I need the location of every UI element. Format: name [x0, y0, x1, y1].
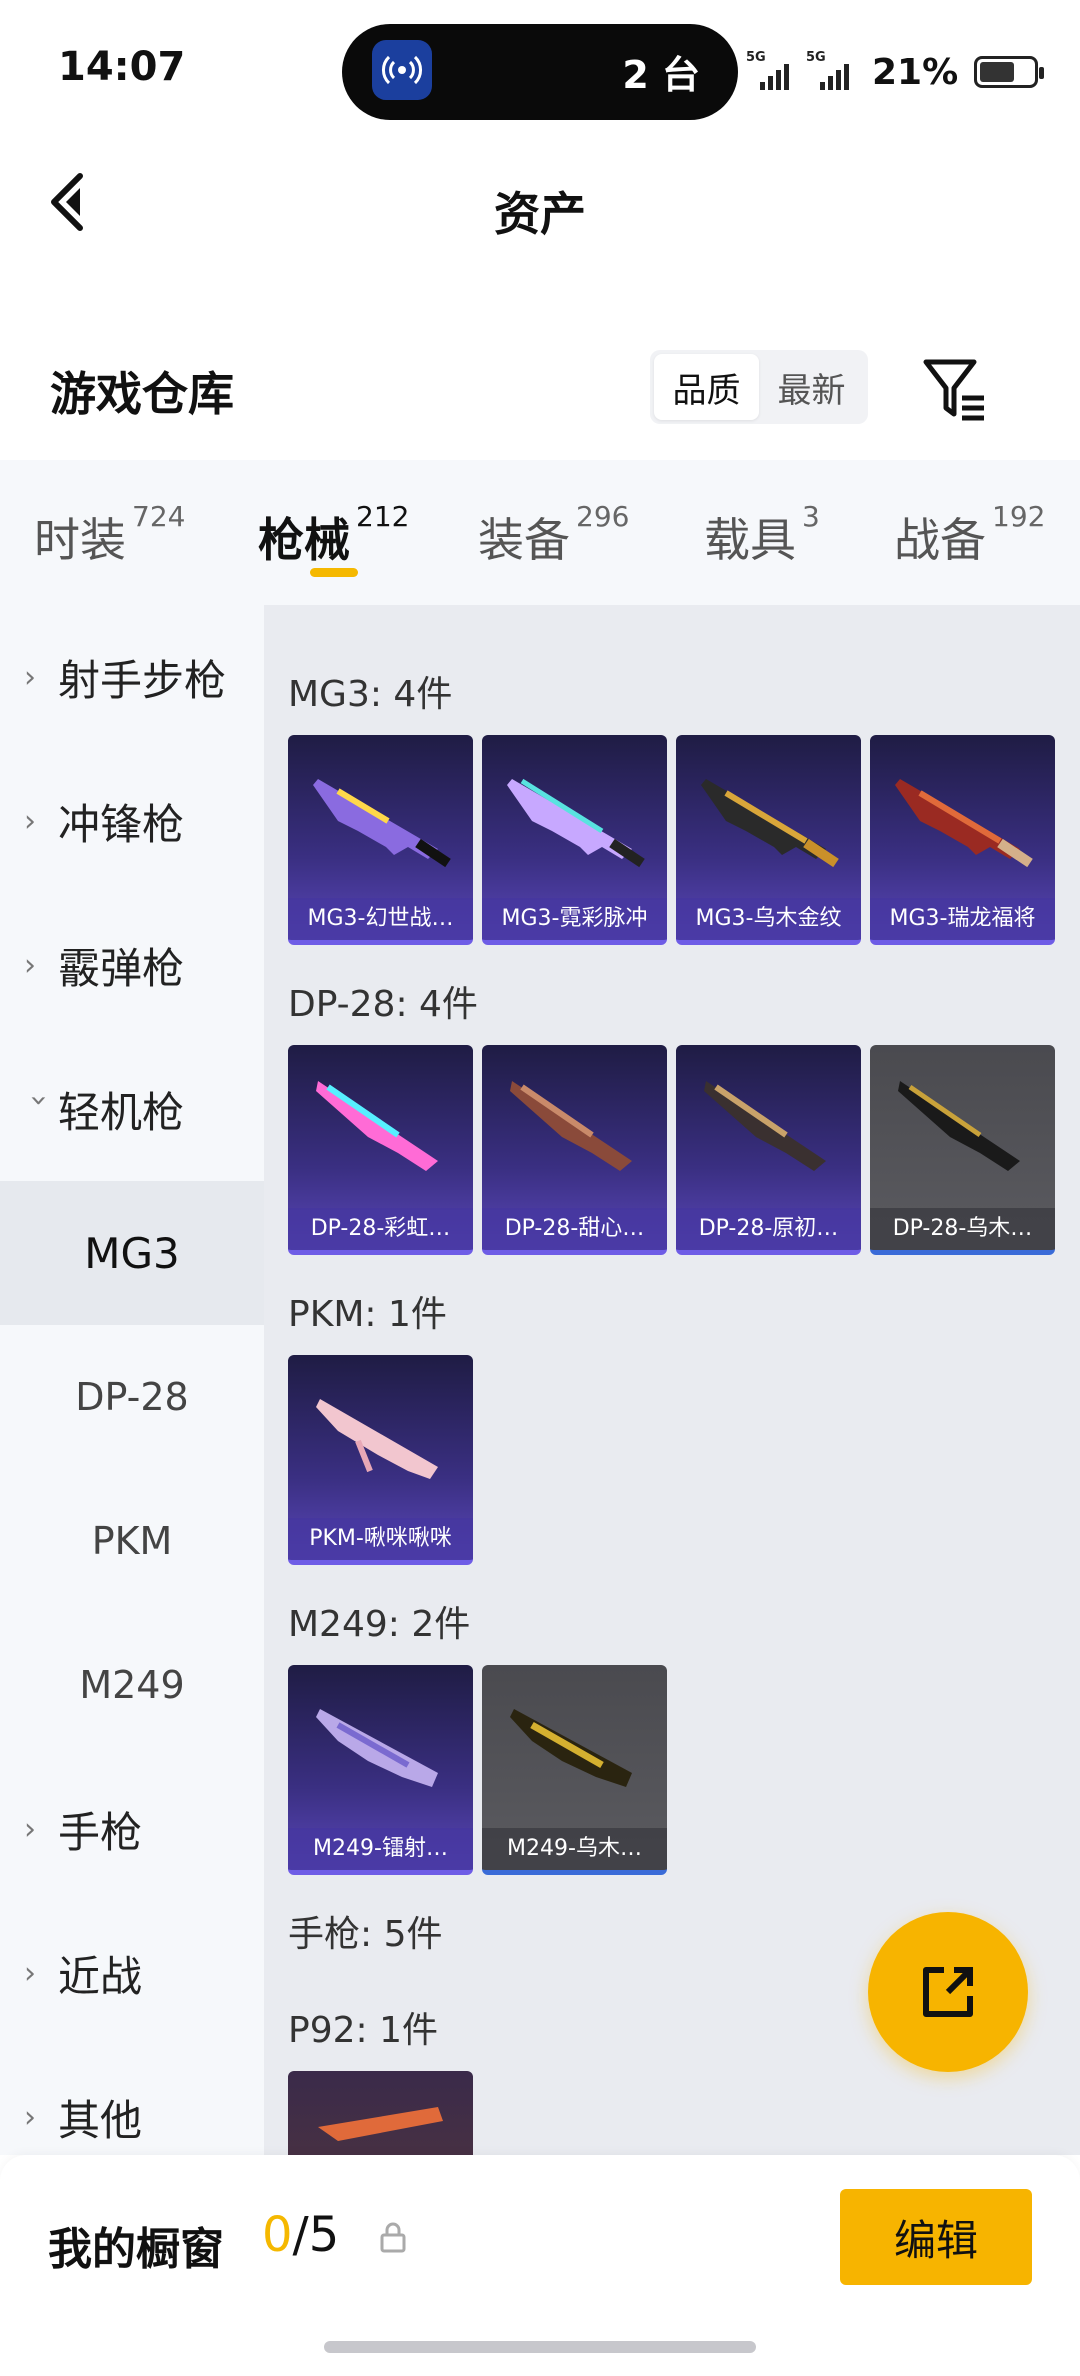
weapon-skin-icon	[895, 779, 1033, 868]
showcase-count: 0/5	[262, 2207, 340, 2263]
chevron-right-icon: ›	[24, 803, 36, 839]
page-title: 资产	[494, 187, 586, 241]
weapon-skin-icon	[316, 1399, 438, 1479]
item-card[interactable]: M249-乌木…	[482, 1665, 667, 1875]
sort-quality-option[interactable]: 品质	[654, 354, 759, 420]
weapon-skin-icon	[898, 1081, 1020, 1171]
filter-icon	[923, 359, 984, 421]
sidebar-item-other[interactable]: › 其他	[0, 2045, 264, 2155]
tab-vehicles[interactable]: 载具 3	[704, 500, 820, 570]
weapon-skin-icon	[510, 1081, 632, 1171]
weapon-skin-icon	[316, 1709, 438, 1787]
lock-icon	[380, 2222, 406, 2253]
chevron-down-icon: ›	[21, 1094, 57, 1106]
signal-icon-2: 5G	[806, 50, 858, 90]
battery-icon	[974, 56, 1045, 88]
item-card[interactable]: DP-28-甜心…	[482, 1045, 667, 1255]
item-card[interactable]: MG3-霓彩脉冲	[482, 735, 667, 945]
item-card[interactable]	[288, 2071, 473, 2155]
chevron-right-icon: ›	[24, 2099, 36, 2135]
sort-toggle: 品质 最新	[650, 350, 868, 424]
share-icon	[923, 1967, 973, 2017]
weapon-skin-icon	[313, 779, 451, 868]
sidebar-item-smg[interactable]: › 冲锋枪	[0, 749, 264, 893]
weapon-skin-icon	[701, 779, 839, 868]
item-card[interactable]: M249-镭射…	[288, 1665, 473, 1875]
tab-supplies[interactable]: 战备 192	[894, 500, 1045, 570]
status-indicators: 5G 5G 21%	[746, 50, 1045, 93]
sidebar: › 射手步枪 › 冲锋枪 › 霰弹枪 › 轻机枪 MG3 DP-28 PKM M…	[0, 605, 264, 2155]
item-card[interactable]: PKM-啾咪啾咪	[288, 1355, 473, 1565]
header: 资产	[0, 140, 1080, 270]
active-tab-indicator	[310, 568, 358, 577]
sidebar-subitem-pkm[interactable]: PKM	[0, 1469, 264, 1613]
sidebar-subitem-m249[interactable]: M249	[0, 1613, 264, 1757]
group-title-m249: M249: 2件	[288, 1604, 471, 1645]
sidebar-subitem-dp28[interactable]: DP-28	[0, 1325, 264, 1469]
tab-fashion[interactable]: 时装 724	[34, 500, 185, 570]
sidebar-item-pistol[interactable]: › 手枪	[0, 1757, 264, 1901]
group-title-pkm: PKM: 1件	[288, 1294, 447, 1335]
home-indicator[interactable]	[324, 2341, 756, 2353]
broadcast-app-icon	[372, 40, 432, 100]
sidebar-subitem-mg3[interactable]: MG3	[0, 1181, 264, 1325]
filter-button[interactable]	[916, 350, 996, 430]
tab-equipment[interactable]: 装备 296	[478, 500, 629, 570]
chevron-right-icon: ›	[24, 1811, 36, 1847]
item-card[interactable]: MG3-乌木金纹	[676, 735, 861, 945]
dynamic-island[interactable]: 2 台	[342, 24, 738, 120]
edit-button[interactable]: 编辑	[840, 2189, 1032, 2285]
item-card[interactable]: DP-28-彩虹…	[288, 1045, 473, 1255]
sidebar-item-lmg[interactable]: › 轻机枪	[0, 1037, 264, 1181]
item-card[interactable]: DP-28-乌木…	[870, 1045, 1055, 1255]
sidebar-item-melee[interactable]: › 近战	[0, 1901, 264, 2045]
sidebar-item-marksman-rifle[interactable]: › 射手步枪	[0, 605, 264, 749]
signal-icon: 5G	[746, 50, 798, 90]
sidebar-item-shotgun[interactable]: › 霰弹枪	[0, 893, 264, 1037]
weapon-skin-icon	[510, 1709, 632, 1787]
battery-percent: 21%	[872, 51, 959, 93]
warehouse-title: 游戏仓库	[50, 367, 234, 421]
item-card[interactable]: MG3-幻世战…	[288, 735, 473, 945]
share-button[interactable]	[868, 1912, 1028, 2072]
group-title-p92: P92: 1件	[288, 2010, 438, 2051]
status-bar: 14:07 2 台 5G 5G 21%	[0, 0, 1080, 140]
weapon-skin-icon	[318, 2107, 443, 2141]
weapon-skin-icon	[704, 1081, 826, 1171]
category-tabs: 时装 724 枪械 212 装备 296 载具 3 战备 192	[0, 460, 1080, 605]
group-title-pistol: 手枪: 5件	[288, 1914, 443, 1955]
showcase-bar: 我的橱窗 0/5 编辑	[0, 2155, 1080, 2376]
item-card[interactable]: MG3-瑞龙福将	[870, 735, 1055, 945]
weapon-skin-icon	[507, 778, 645, 868]
item-card[interactable]: DP-28-原初…	[676, 1045, 861, 1255]
showcase-label: 我的橱窗	[48, 2224, 224, 2275]
group-title-dp28: DP-28: 4件	[288, 984, 478, 1025]
sort-newest-option[interactable]: 最新	[759, 354, 864, 420]
chevron-right-icon: ›	[24, 659, 36, 695]
weapon-skin-icon	[316, 1081, 438, 1171]
tab-firearms[interactable]: 枪械 212	[258, 500, 409, 570]
island-text: 2 台	[622, 53, 700, 97]
status-time: 14:07	[58, 44, 186, 90]
chevron-right-icon: ›	[24, 947, 36, 983]
chevron-right-icon: ›	[24, 1955, 36, 1991]
group-title-mg3: MG3: 4件	[288, 674, 453, 715]
